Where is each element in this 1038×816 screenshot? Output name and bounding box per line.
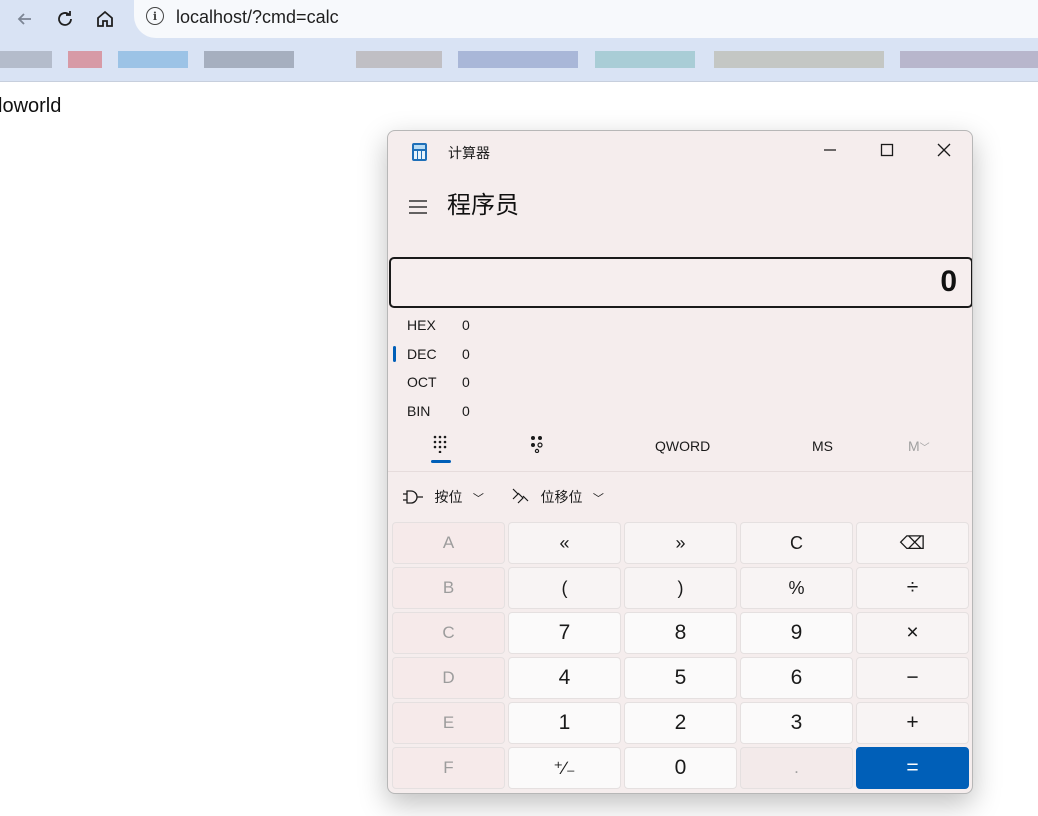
bookmark-item[interactable] bbox=[0, 51, 52, 68]
mode-title: 程序员 bbox=[447, 191, 519, 219]
arrow-left-icon[interactable] bbox=[10, 4, 40, 34]
bitwise-label: 按位 bbox=[434, 490, 463, 506]
chevron-down-icon: ﹀ bbox=[919, 443, 930, 454]
key-equals[interactable]: = bbox=[856, 747, 969, 789]
bit-toggle-keypad-icon[interactable] bbox=[529, 435, 545, 456]
key-clear[interactable]: C bbox=[740, 522, 853, 564]
key-divide[interactable]: ÷ bbox=[856, 567, 969, 609]
bookmark-item[interactable] bbox=[68, 51, 102, 68]
radix-value: 0 bbox=[462, 403, 470, 419]
radix-value: 0 bbox=[462, 374, 470, 390]
key-open-paren[interactable]: ( bbox=[508, 567, 621, 609]
radix-dec[interactable]: DEC 0 bbox=[388, 341, 588, 367]
home-icon[interactable] bbox=[90, 4, 120, 34]
display-value: 0 bbox=[940, 265, 957, 298]
key-e[interactable]: E bbox=[392, 702, 505, 744]
full-keypad-icon[interactable] bbox=[432, 435, 448, 456]
bookmarks-bar bbox=[0, 38, 1038, 82]
key-d[interactable]: D bbox=[392, 657, 505, 699]
bitshift-dropdown[interactable]: 位移位 ﹀ bbox=[512, 487, 604, 507]
chevron-down-icon: ﹀ bbox=[592, 492, 604, 505]
key-c[interactable]: C bbox=[392, 612, 505, 654]
title-bar[interactable]: 计算器 bbox=[388, 131, 972, 171]
radix-value: 0 bbox=[462, 317, 470, 333]
key-decimal[interactable]: . bbox=[740, 747, 853, 789]
radix-oct[interactable]: OCT 0 bbox=[388, 369, 588, 395]
backspace-icon[interactable]: ⌫ bbox=[856, 522, 969, 564]
url-text[interactable]: localhost/?cmd=calc bbox=[176, 5, 339, 29]
key-5[interactable]: 5 bbox=[624, 657, 737, 699]
radix-label: BIN bbox=[407, 403, 431, 419]
key-a[interactable]: A bbox=[392, 522, 505, 564]
key-percent[interactable]: % bbox=[740, 567, 853, 609]
active-tab-indicator bbox=[431, 460, 451, 463]
key-4[interactable]: 4 bbox=[508, 657, 621, 699]
key-0[interactable]: 0 bbox=[624, 747, 737, 789]
key-3[interactable]: 3 bbox=[740, 702, 853, 744]
result-display: 0 bbox=[389, 257, 972, 308]
close-button[interactable] bbox=[916, 131, 972, 169]
radix-label: HEX bbox=[407, 317, 436, 333]
bookmark-item[interactable] bbox=[118, 51, 188, 68]
page-text: loworld bbox=[0, 95, 62, 117]
bookmark-item[interactable] bbox=[204, 51, 294, 68]
hamburger-menu-icon[interactable] bbox=[408, 195, 428, 221]
radix-bin[interactable]: BIN 0 bbox=[388, 398, 588, 424]
reload-icon[interactable] bbox=[50, 4, 80, 34]
bitwise-dropdown[interactable]: 按位 ﹀ bbox=[402, 487, 484, 507]
key-b[interactable]: B bbox=[392, 567, 505, 609]
key-left-shift[interactable]: « bbox=[508, 522, 621, 564]
bookmark-item[interactable] bbox=[595, 51, 695, 68]
radix-hex[interactable]: HEX 0 bbox=[388, 312, 588, 338]
divider bbox=[388, 471, 972, 472]
calculator-app-icon bbox=[412, 143, 427, 161]
bitshift-label: 位移位 bbox=[540, 490, 583, 506]
memory-button[interactable]: M﹀ bbox=[908, 438, 930, 454]
key-multiply[interactable]: × bbox=[856, 612, 969, 654]
maximize-button[interactable] bbox=[859, 131, 915, 169]
memory-label: M bbox=[908, 438, 920, 454]
chevron-down-icon: ﹀ bbox=[472, 492, 484, 505]
bookmark-item[interactable] bbox=[900, 51, 1038, 68]
word-size-button[interactable]: QWORD bbox=[655, 438, 710, 454]
key-f[interactable]: F bbox=[392, 747, 505, 789]
info-icon[interactable]: i bbox=[146, 7, 164, 25]
key-add[interactable]: + bbox=[856, 702, 969, 744]
logic-gate-icon bbox=[403, 490, 423, 504]
bookmark-item[interactable] bbox=[356, 51, 442, 68]
key-2[interactable]: 2 bbox=[624, 702, 737, 744]
key-8[interactable]: 8 bbox=[624, 612, 737, 654]
bookmark-item[interactable] bbox=[714, 51, 884, 68]
key-7[interactable]: 7 bbox=[508, 612, 621, 654]
key-negate[interactable]: ⁺∕₋ bbox=[508, 747, 621, 789]
keypad: A « » C ⌫ B ( ) % ÷ C 7 8 9 × D 4 5 6 − … bbox=[392, 522, 970, 789]
key-subtract[interactable]: − bbox=[856, 657, 969, 699]
key-right-shift[interactable]: » bbox=[624, 522, 737, 564]
memory-store-button[interactable]: MS bbox=[812, 438, 833, 454]
key-close-paren[interactable]: ) bbox=[624, 567, 737, 609]
selection-indicator bbox=[393, 346, 396, 362]
radix-value: 0 bbox=[462, 346, 470, 362]
bookmark-item[interactable] bbox=[458, 51, 578, 68]
bit-shift-icon bbox=[512, 488, 529, 504]
browser-toolbar: i localhost/?cmd=calc bbox=[0, 0, 1038, 38]
key-9[interactable]: 9 bbox=[740, 612, 853, 654]
key-6[interactable]: 6 bbox=[740, 657, 853, 699]
calculator-window: 计算器 程序员 0 HEX 0 DEC 0 OCT 0 BIN 0 QWORD … bbox=[387, 130, 973, 794]
key-1[interactable]: 1 bbox=[508, 702, 621, 744]
minimize-button[interactable] bbox=[802, 131, 858, 169]
radix-label: DEC bbox=[407, 346, 437, 362]
radix-label: OCT bbox=[407, 374, 437, 390]
window-title: 计算器 bbox=[448, 146, 490, 162]
